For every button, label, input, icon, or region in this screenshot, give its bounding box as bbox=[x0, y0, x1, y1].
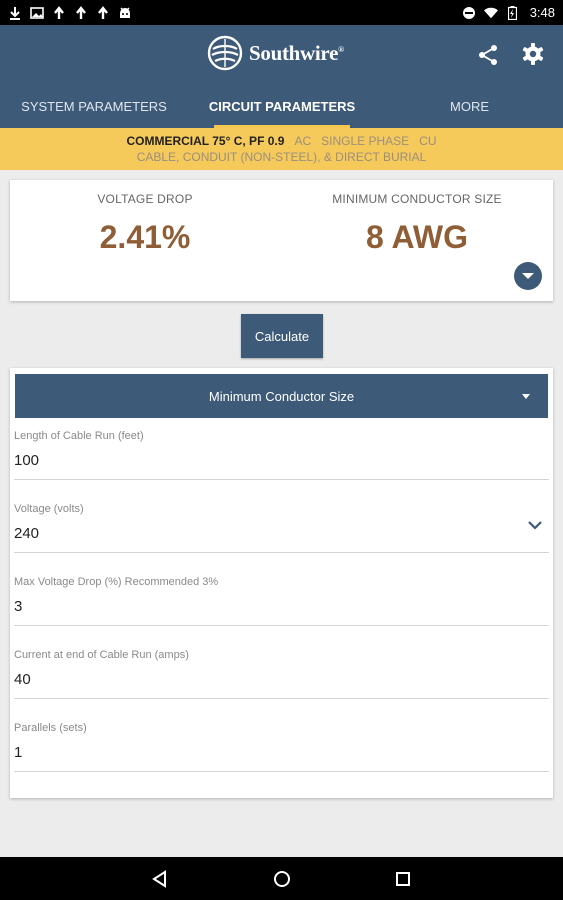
logo-text: Southwire® bbox=[249, 40, 344, 65]
calculation-mode-select[interactable]: Minimum Conductor Size bbox=[15, 374, 548, 418]
voltage-value[interactable]: 240 bbox=[14, 525, 39, 542]
max-voltage-drop-label: Max Voltage Drop (%) Recommended 3% bbox=[14, 576, 219, 588]
upload-icon bbox=[74, 5, 88, 20]
upload-icon bbox=[52, 5, 66, 20]
voltage-label: Voltage (volts) bbox=[14, 503, 84, 515]
tab-system-parameters[interactable]: SYSTEM PARAMETERS bbox=[0, 85, 188, 128]
back-icon[interactable] bbox=[150, 869, 170, 889]
wifi-icon bbox=[483, 6, 498, 20]
max-voltage-drop-value[interactable]: 3 bbox=[14, 598, 22, 615]
home-icon[interactable] bbox=[272, 869, 292, 889]
current-label: Current at end of Cable Run (amps) bbox=[14, 649, 189, 661]
share-icon bbox=[479, 45, 497, 65]
dropdown-caret-icon bbox=[522, 394, 530, 399]
voltage-field[interactable]: Voltage (volts) 240 bbox=[14, 503, 549, 553]
banner-application: COMMERCIAL 75° C, PF 0.9 bbox=[126, 134, 285, 148]
status-left bbox=[8, 5, 132, 20]
status-bar: 3:48 bbox=[0, 0, 563, 25]
current-value[interactable]: 40 bbox=[14, 671, 31, 688]
share-button[interactable] bbox=[475, 42, 501, 68]
southwire-logo: Southwire® bbox=[207, 35, 344, 71]
max-voltage-drop-field[interactable]: Max Voltage Drop (%) Recommended 3% 3 bbox=[14, 576, 549, 626]
tab-bar: SYSTEM PARAMETERS CIRCUIT PARAMETERS MOR… bbox=[0, 85, 563, 128]
cable-length-value[interactable]: 100 bbox=[14, 452, 39, 469]
expand-results-button[interactable] bbox=[514, 262, 542, 290]
gear-icon bbox=[522, 43, 544, 65]
banner-installation: CABLE, CONDUIT (NON-STEEL), & DIRECT BUR… bbox=[136, 150, 427, 164]
banner-phase: SINGLE PHASE bbox=[321, 134, 410, 148]
parallels-label: Parallels (sets) bbox=[14, 722, 87, 734]
banner-line-1: COMMERCIAL 75° C, PF 0.9 AC SINGLE PHASE… bbox=[0, 133, 563, 149]
download-icon bbox=[8, 6, 22, 20]
status-right: 3:48 bbox=[462, 5, 555, 20]
min-conductor-size-result: MINIMUM CONDUCTOR SIZE 8 AWG bbox=[282, 192, 552, 256]
parameters-summary-banner[interactable]: COMMERCIAL 75° C, PF 0.9 AC SINGLE PHASE… bbox=[0, 128, 563, 170]
tab-more[interactable]: MORE bbox=[376, 85, 563, 128]
android-icon bbox=[118, 6, 132, 20]
tab-circuit-parameters[interactable]: CIRCUIT PARAMETERS bbox=[188, 85, 376, 128]
min-conductor-size-value: 8 AWG bbox=[366, 219, 468, 255]
system-nav-bar bbox=[0, 857, 563, 900]
settings-button[interactable] bbox=[520, 41, 546, 67]
calculate-button[interactable]: Calculate bbox=[241, 314, 323, 358]
voltage-drop-value: 2.41% bbox=[99, 219, 191, 255]
parallels-value[interactable]: 1 bbox=[14, 744, 22, 761]
cable-length-field[interactable]: Length of Cable Run (feet) 100 bbox=[14, 430, 549, 480]
banner-conductor: CU bbox=[419, 134, 437, 148]
parallels-field[interactable]: Parallels (sets) 1 bbox=[14, 722, 549, 772]
banner-current-type: AC bbox=[294, 134, 312, 148]
upload-icon bbox=[96, 5, 110, 20]
chevron-down-icon bbox=[522, 273, 534, 279]
recents-icon[interactable] bbox=[393, 869, 413, 889]
battery-icon bbox=[506, 5, 520, 20]
results-card: VOLTAGE DROP 2.41% MINIMUM CONDUCTOR SIZ… bbox=[10, 180, 553, 301]
chevron-down-icon[interactable] bbox=[527, 519, 543, 531]
app-bar: Southwire® bbox=[0, 25, 563, 85]
southwire-logo-icon bbox=[207, 35, 243, 71]
calculation-mode-value: Minimum Conductor Size bbox=[208, 388, 355, 404]
min-conductor-size-label: MINIMUM CONDUCTOR SIZE bbox=[332, 192, 502, 206]
do-not-disturb-icon bbox=[462, 6, 476, 20]
cable-length-label: Length of Cable Run (feet) bbox=[14, 430, 144, 442]
current-field[interactable]: Current at end of Cable Run (amps) 40 bbox=[14, 649, 549, 699]
status-time: 3:48 bbox=[529, 5, 555, 20]
image-icon bbox=[30, 6, 44, 20]
input-form-card: Minimum Conductor Size Length of Cable R… bbox=[10, 368, 553, 798]
voltage-drop-label: VOLTAGE DROP bbox=[97, 192, 193, 206]
voltage-drop-result: VOLTAGE DROP 2.41% bbox=[10, 192, 280, 256]
